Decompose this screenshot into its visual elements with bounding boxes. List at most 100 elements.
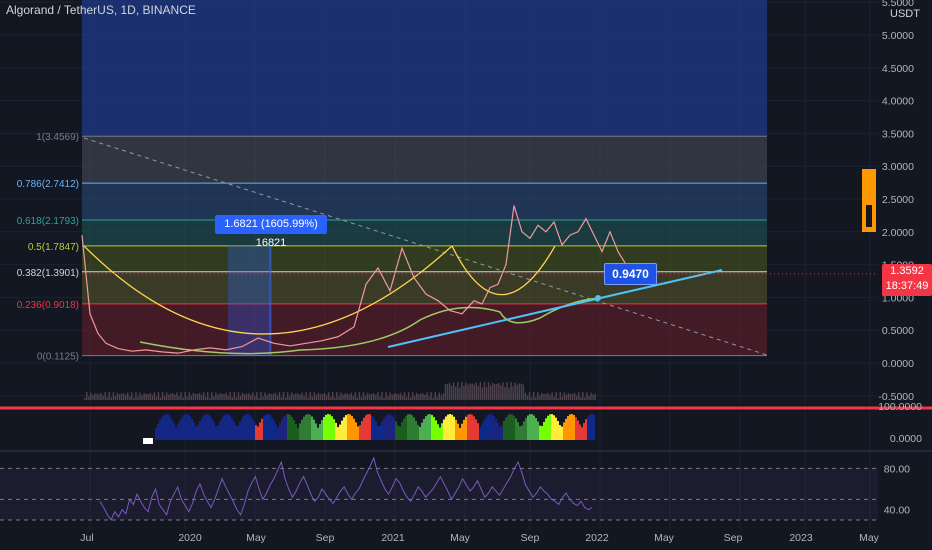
oscillator-bar — [547, 415, 549, 440]
oscillator-bar — [321, 420, 323, 440]
oscillator-bar — [231, 418, 233, 440]
oscillator-bar — [227, 414, 229, 440]
volume-bar — [323, 393, 326, 400]
oscillator-bar — [403, 418, 405, 440]
volume-bar — [270, 393, 272, 400]
symbol-title[interactable]: Algorand / TetherUS, 1D, BINANCE — [6, 3, 196, 17]
oscillator-bar — [397, 425, 399, 440]
oscillator-bar — [545, 418, 547, 440]
oscillator-bar — [343, 417, 345, 440]
volume-bar — [330, 396, 332, 400]
oscillator-bar — [567, 416, 569, 440]
currency-label[interactable]: USDT — [890, 8, 920, 20]
chart-canvas[interactable]: 1(3.4569) 0.786(2.7412) 0.618(2.1793) 0.5(1… — [0, 0, 932, 550]
oscillator-bar — [541, 426, 543, 440]
oscillator-bar — [491, 414, 493, 440]
oscillator-bar — [553, 415, 555, 440]
volume-bar — [129, 396, 131, 400]
oscillator-bar — [377, 425, 379, 440]
volume-bar — [524, 392, 527, 400]
current-price: 1.3592 — [890, 265, 924, 277]
volume-bar — [176, 392, 178, 400]
oscillator-bar — [407, 414, 409, 440]
volume-bar — [260, 392, 262, 400]
volume-bar — [432, 397, 434, 400]
volume-bar — [385, 392, 387, 400]
volume-bar — [106, 397, 108, 400]
volume-bar — [412, 392, 414, 400]
volume-bar — [573, 392, 576, 400]
volume-bar — [133, 397, 135, 400]
volume-bar — [211, 392, 213, 400]
oscillator-bar — [517, 422, 519, 440]
oscillator-bar — [457, 423, 459, 440]
oscillator-bar — [515, 418, 517, 440]
volume-bar — [588, 395, 590, 400]
volume-bar — [178, 396, 180, 400]
volume-bar — [282, 392, 285, 400]
volume-bar — [299, 394, 301, 400]
volume-bar — [219, 393, 221, 400]
oscillator-bar — [305, 414, 307, 440]
oscillator-bar — [203, 415, 205, 440]
oscillator-bar — [195, 426, 197, 440]
volume-bar — [213, 396, 215, 400]
oscillator-bar — [537, 421, 539, 440]
oscillator-bar — [207, 414, 209, 440]
oscillator-bar — [173, 423, 175, 440]
volume-bar — [487, 382, 490, 400]
volume-bar — [352, 395, 354, 400]
volume-bar — [303, 396, 305, 400]
volume-bar — [418, 394, 420, 400]
oscillator-bar — [447, 414, 449, 440]
volume-bar — [555, 392, 557, 400]
volume-bar — [340, 392, 342, 400]
oscillator-bar — [363, 417, 365, 440]
oscillator-bar — [185, 414, 187, 440]
volume-bar — [239, 395, 242, 400]
fib-level-label: 0(0.1125) — [37, 352, 79, 363]
volume-bar — [102, 395, 104, 400]
volume-bar — [594, 393, 596, 400]
oscillator-bar — [163, 414, 165, 440]
volume-bar — [516, 384, 518, 400]
oscillator-bar — [561, 426, 563, 440]
volume-bar — [381, 392, 383, 400]
volume-bar — [514, 382, 516, 400]
rsi-axis-label: 40.00 — [884, 505, 910, 517]
oscillator-bar — [587, 416, 589, 440]
volume-bar — [319, 394, 322, 400]
fib-zone — [82, 220, 767, 246]
orange-indicator-gap — [866, 205, 872, 227]
volume-bar — [327, 392, 330, 400]
volume-bar — [391, 394, 393, 400]
volume-bar — [235, 397, 238, 400]
oscillator-bar — [383, 418, 385, 440]
volume-bar — [196, 393, 199, 400]
oscillator-bar — [249, 415, 251, 440]
price-axis-label: 0.5000 — [882, 325, 914, 337]
oscillator-bar — [509, 414, 511, 440]
volume-bar — [166, 392, 168, 400]
volume-bar — [184, 392, 186, 400]
oscillator-bar — [479, 427, 481, 440]
oscillator-bar — [533, 415, 535, 440]
oscillator-bar — [451, 414, 453, 440]
oscillator-bar — [233, 421, 235, 440]
volume-bar — [360, 397, 363, 400]
oscillator-bar — [171, 419, 173, 440]
volume-bar — [469, 383, 471, 400]
oscillator-bar — [361, 421, 363, 440]
oscillator-bar — [201, 417, 203, 440]
oscillator-bar — [477, 423, 479, 440]
volume-bar — [301, 392, 303, 400]
oscillator-bar — [503, 420, 505, 440]
volume-bar — [420, 393, 422, 400]
oscillator-bar — [481, 424, 483, 440]
volume-bar — [116, 392, 119, 400]
oscillator-bar — [521, 425, 523, 440]
volume-bar — [383, 397, 385, 400]
oscillator-bar — [569, 414, 571, 440]
volume-bar — [168, 394, 170, 400]
volume-bar — [532, 392, 535, 400]
